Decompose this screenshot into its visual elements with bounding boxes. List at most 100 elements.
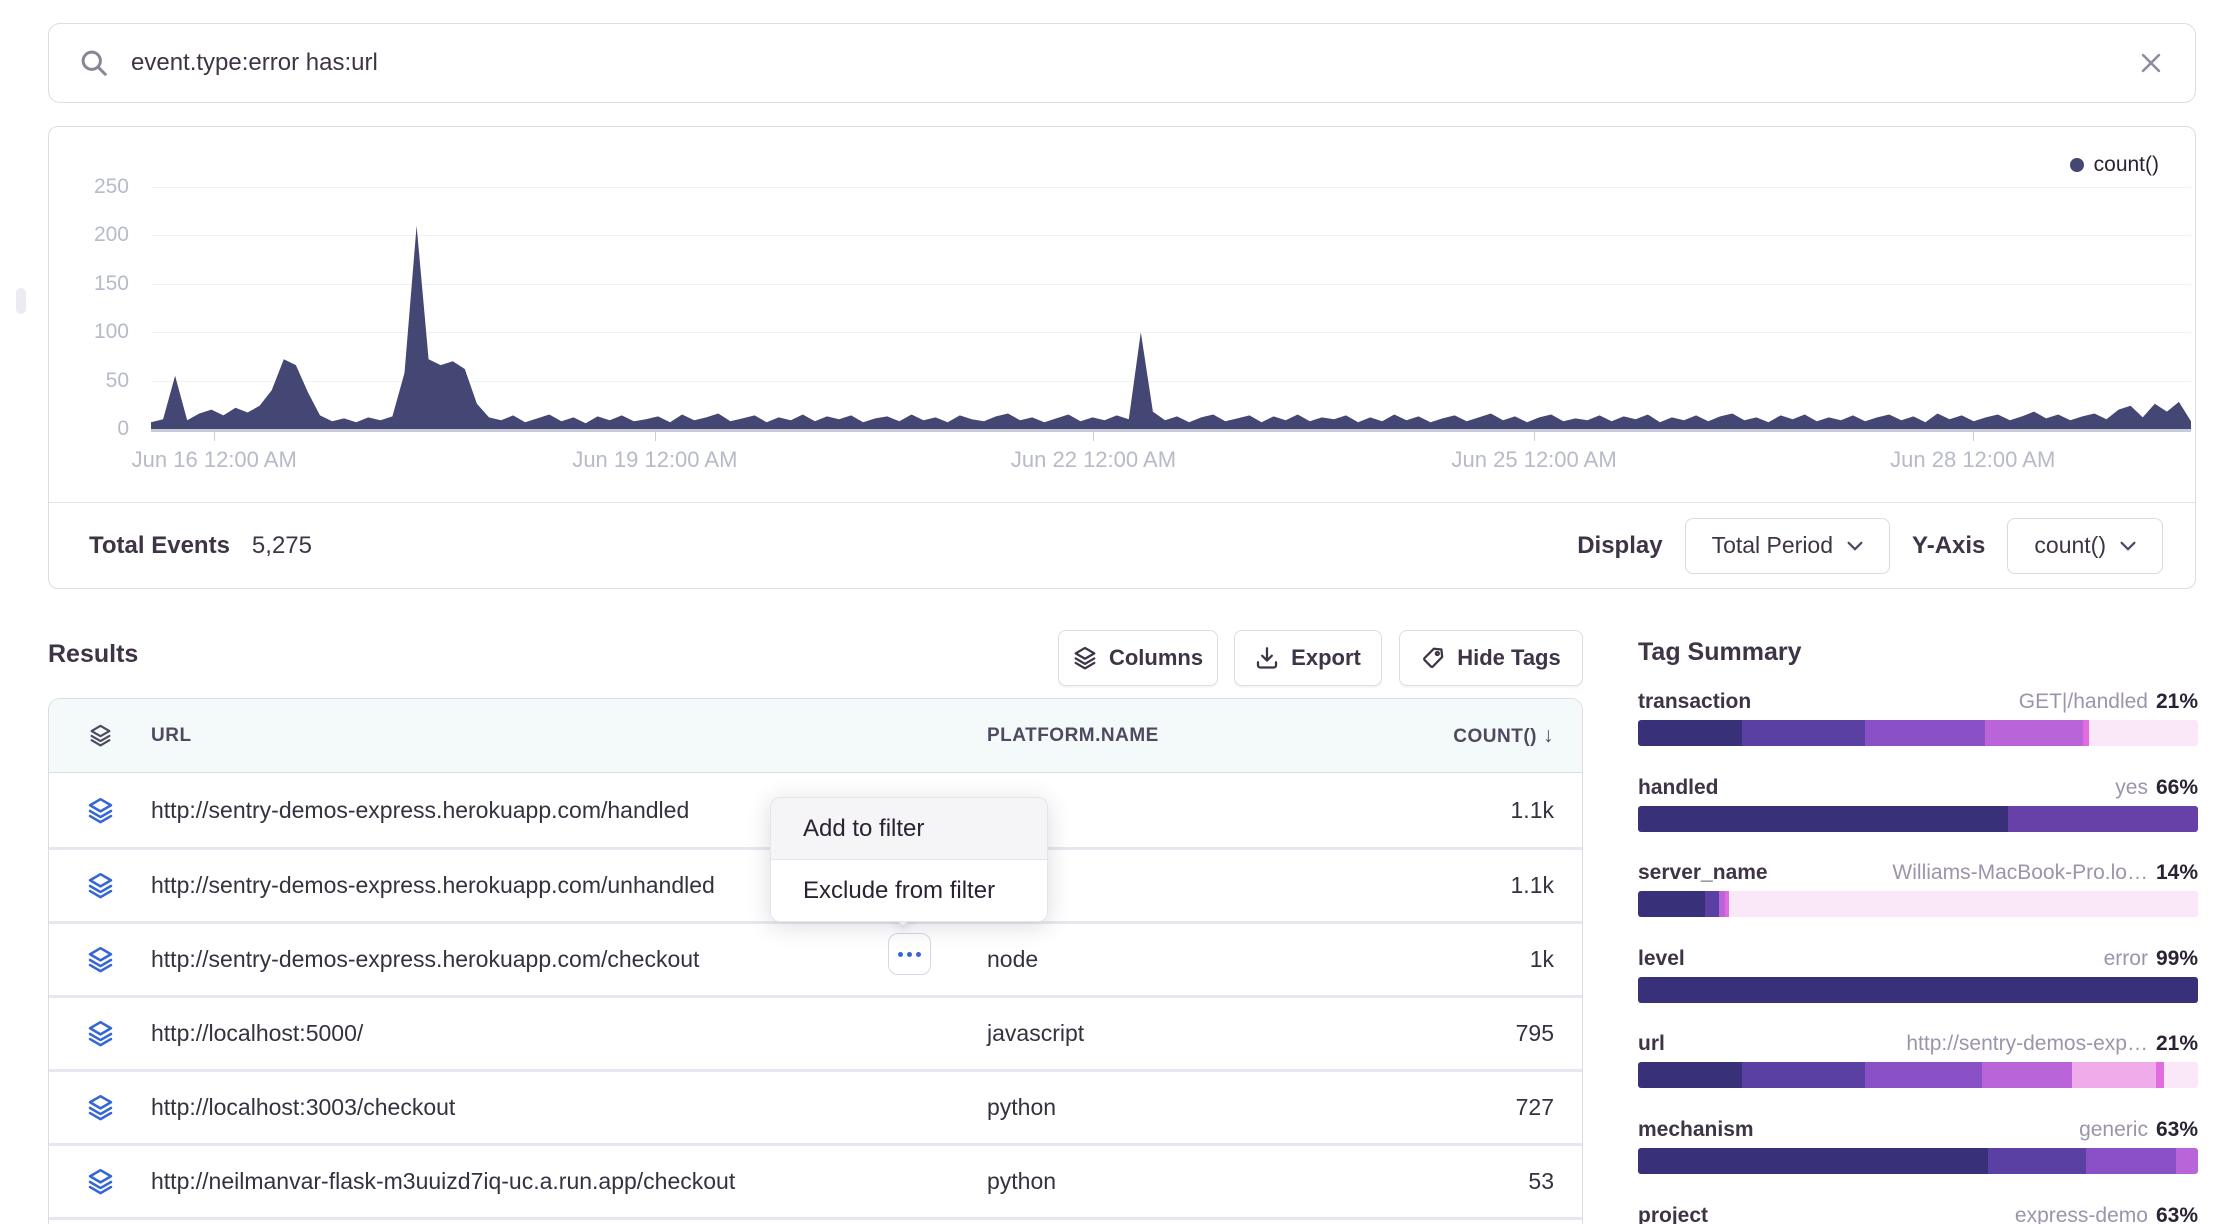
tag-bar-segment[interactable] [1705, 891, 1719, 917]
yaxis-label: Y-Axis [1912, 532, 1985, 560]
tag-bar-segment[interactable] [1638, 1062, 1742, 1088]
tag-bar-segment[interactable] [1988, 1148, 2086, 1174]
row-platform[interactable]: node [987, 872, 1407, 899]
search-bar[interactable] [48, 23, 2196, 103]
y-axis-tick-label: 250 [69, 175, 129, 199]
tag-summary-panel: Tag Summary transactionGET|/handled21%ha… [1638, 638, 2198, 667]
y-axis-tick-label: 200 [69, 223, 129, 247]
x-axis-tick-label: Jun 19 12:00 AM [535, 447, 775, 473]
tag-top-percent: 66% [2156, 776, 2198, 799]
column-header-url[interactable]: URL [151, 725, 987, 747]
tag-bar-segment[interactable] [2089, 720, 2198, 746]
tag-bar-segment[interactable] [1638, 806, 2008, 832]
clear-search-icon[interactable] [2137, 49, 2165, 77]
tag-distribution-bar[interactable] [1638, 720, 2198, 746]
events-area-chart[interactable] [151, 161, 2191, 429]
y-axis-tick-label: 50 [69, 369, 129, 393]
context-menu: Add to filter Exclude from filter [770, 797, 1048, 922]
chevron-down-icon [1847, 541, 1863, 551]
tag-bar-segment[interactable] [1729, 891, 2198, 917]
yaxis-dropdown[interactable]: count() [2007, 518, 2163, 574]
row-url[interactable]: http://sentry-demos-express.herokuapp.co… [151, 946, 987, 973]
sort-descending-icon: ↓ [1543, 724, 1554, 747]
tag-bar-segment[interactable] [2072, 1062, 2156, 1088]
x-axis-tick-label: Jun 16 12:00 AM [94, 447, 334, 473]
tag-bar-segment[interactable] [1985, 720, 2083, 746]
tag-summary-title: Tag Summary [1638, 638, 2198, 667]
header-columns-icon[interactable] [49, 724, 151, 747]
chart-footer: Total Events 5,275 Display Total Period … [49, 502, 2195, 588]
tag-bar-segment[interactable] [1638, 891, 1705, 917]
tag-row-mechanism: mechanismgeneric63% [1638, 1118, 2198, 1142]
row-platform[interactable]: node [987, 797, 1407, 824]
tag-bar-segment[interactable] [1742, 720, 1865, 746]
x-axis-tick [1534, 432, 1535, 441]
tag-bar-segment[interactable] [2086, 1148, 2176, 1174]
row-url[interactable]: http://neilmanvar-flask-m3uuizd7iq-uc.a.… [151, 1168, 987, 1195]
row-stack-icon [49, 1020, 151, 1047]
tag-bar-segment[interactable] [1638, 977, 2198, 1003]
y-axis-tick-label: 150 [69, 272, 129, 296]
events-chart-panel: count() 0 50 100 150 200 250 Jun 16 12:00 AM J… [48, 126, 2196, 589]
tag-bar-segment[interactable] [1638, 1148, 1988, 1174]
row-platform[interactable]: python [987, 1168, 1407, 1195]
tag-name: url [1638, 1032, 1665, 1056]
row-url[interactable]: http://localhost:5000/ [151, 1020, 987, 1047]
tag-bar-segment[interactable] [1982, 1062, 2072, 1088]
row-count: 795 [1407, 1020, 1582, 1047]
tag-top-value: http://sentry-demos-exp… [1906, 1032, 2148, 1055]
tag-name: mechanism [1638, 1118, 1754, 1142]
row-stack-icon [49, 797, 151, 824]
tag-distribution-bar[interactable] [1638, 1062, 2198, 1088]
tag-bar-segment[interactable] [1865, 720, 1985, 746]
export-button[interactable]: Export [1234, 630, 1382, 686]
x-axis-tick [1973, 432, 1974, 441]
menu-item-add-to-filter[interactable]: Add to filter [771, 798, 1047, 859]
row-platform[interactable]: javascript [987, 1020, 1407, 1047]
tag-distribution-bar[interactable] [1638, 891, 2198, 917]
tag-top-percent: 99% [2156, 947, 2198, 970]
tag-bar-segment[interactable] [2008, 806, 2198, 832]
tag-bar-segment[interactable] [2164, 1062, 2198, 1088]
sidebar-collapse-handle[interactable] [16, 288, 26, 314]
search-input[interactable] [131, 49, 2137, 77]
tag-distribution-bar[interactable] [1638, 1148, 2198, 1174]
total-events-value: 5,275 [252, 532, 312, 560]
table-row[interactable]: http://neilmanvar-flask-m3uuizd7iq-uc.a.… [49, 1143, 1582, 1217]
display-dropdown[interactable]: Total Period [1685, 518, 1890, 574]
tag-bar-segment[interactable] [1742, 1062, 1865, 1088]
row-count: 727 [1407, 1094, 1582, 1121]
y-axis-tick-label: 100 [69, 320, 129, 344]
table-header-row: URL PLATFORM.NAME COUNT()↓ [49, 699, 1582, 773]
menu-item-exclude-from-filter[interactable]: Exclude from filter [771, 860, 1047, 921]
tag-top-percent: 63% [2156, 1118, 2198, 1141]
total-events-label: Total Events [89, 532, 230, 560]
row-url[interactable]: http://localhost:3003/checkout [151, 1094, 987, 1121]
chevron-down-icon [2120, 541, 2136, 551]
search-icon [79, 48, 109, 78]
tag-bar-segment[interactable] [2176, 1148, 2198, 1174]
tag-name: project [1638, 1204, 1708, 1224]
tag-row-url: urlhttp://sentry-demos-exp…21% [1638, 1032, 2198, 1056]
columns-button[interactable]: Columns [1058, 630, 1218, 686]
tag-bar-segment[interactable] [1865, 1062, 1983, 1088]
column-header-count[interactable]: COUNT()↓ [1407, 724, 1582, 748]
hide-tags-button[interactable]: Hide Tags [1399, 630, 1583, 686]
table-row[interactable]: http://sentry-demos-express.herokuapp.co… [49, 921, 1582, 995]
table-row[interactable]: http://localhost:3003/checkoutpython727 [49, 1069, 1582, 1143]
x-axis-tick [214, 432, 215, 441]
tag-name: handled [1638, 776, 1719, 800]
tag-row-level: levelerror99% [1638, 947, 2198, 971]
x-axis-tick-label: Jun 25 12:00 AM [1414, 447, 1654, 473]
tag-distribution-bar[interactable] [1638, 977, 2198, 1003]
column-header-platform[interactable]: PLATFORM.NAME [987, 725, 1407, 747]
row-actions-button[interactable] [888, 933, 931, 975]
tag-name: server_name [1638, 861, 1768, 885]
tag-bar-segment[interactable] [1638, 720, 1742, 746]
table-row[interactable]: http://localhost:5000/javascript795 [49, 995, 1582, 1069]
row-platform[interactable]: python [987, 1094, 1407, 1121]
tag-distribution-bar[interactable] [1638, 806, 2198, 832]
row-platform[interactable]: node [987, 946, 1407, 973]
tag-bar-segment[interactable] [2156, 1062, 2164, 1088]
y-axis-tick-label: 0 [69, 417, 129, 441]
